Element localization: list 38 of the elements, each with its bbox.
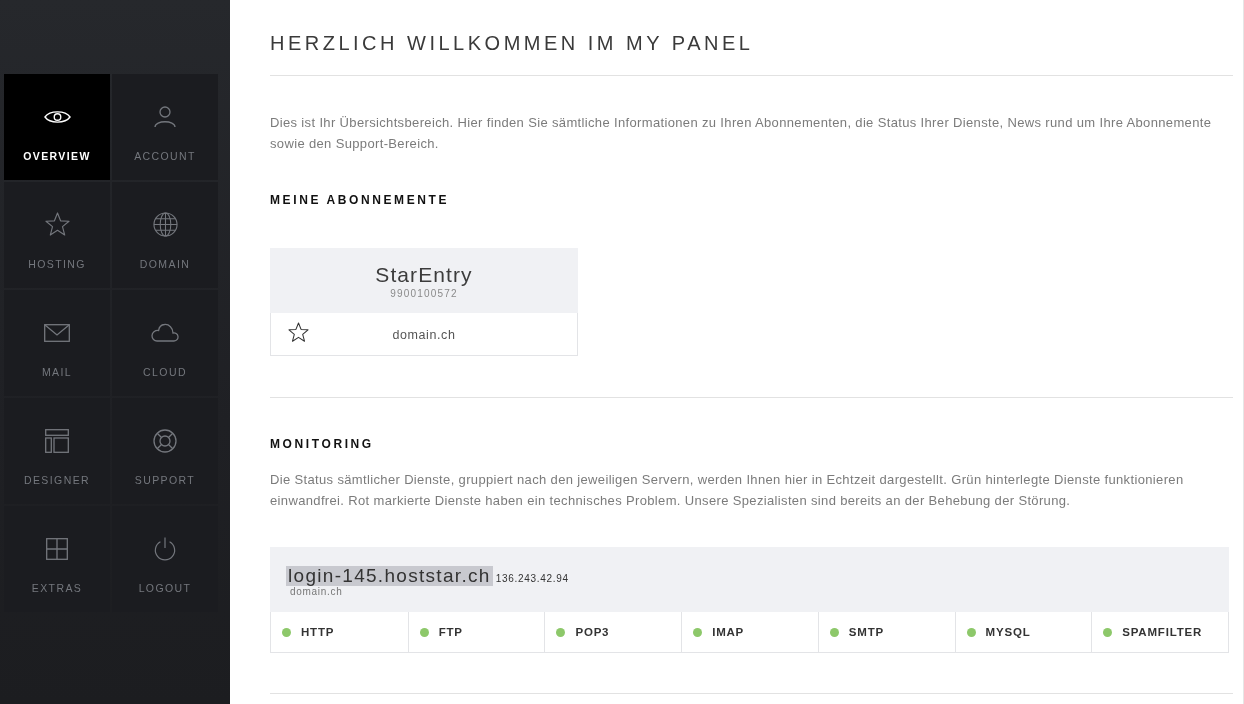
service-name: FTP xyxy=(438,626,463,638)
star-icon xyxy=(44,212,70,236)
server-domain: domain.ch xyxy=(290,586,343,598)
sidebar-item[interactable]: CLOUD xyxy=(112,290,218,396)
eye-icon xyxy=(43,109,71,125)
star-icon[interactable] xyxy=(288,322,309,342)
service-name: IMAP xyxy=(712,626,745,638)
page-title: HERZLICH WILLKOMMEN IM MY PANEL xyxy=(270,31,755,55)
power-icon xyxy=(154,537,176,561)
service-name: HTTP xyxy=(301,626,335,638)
layout-icon xyxy=(45,429,69,453)
service-name: MYSQL xyxy=(985,626,1031,638)
section-heading: MONITORING xyxy=(270,436,375,452)
subscription-card[interactable]: StarEntry 9900100572 domain.ch xyxy=(270,248,578,356)
section-heading: MEINE ABONNEMENTE xyxy=(270,192,451,208)
sidebar-item[interactable]: OVERVIEW xyxy=(4,74,110,180)
server-ip: 136.243.42.94 xyxy=(495,573,569,584)
sidebar-item[interactable]: HOSTING xyxy=(4,182,110,288)
service-name: SMTP xyxy=(848,626,884,638)
sidebar-item[interactable]: DOMAIN xyxy=(112,182,218,288)
plus-square-icon xyxy=(46,538,68,560)
globe-icon xyxy=(152,212,178,237)
envelope-icon xyxy=(44,324,70,342)
server-hostname: login-145.hoststar.ch xyxy=(286,566,493,586)
person-icon xyxy=(154,106,176,128)
cloud-icon xyxy=(151,323,179,342)
service-name: POP3 xyxy=(575,626,610,638)
domain-name: domain.ch xyxy=(392,328,456,342)
plan-name: StarEntry xyxy=(375,262,473,287)
sidebar-item[interactable]: ACCOUNT xyxy=(112,74,218,180)
contract-number: 9900100572 xyxy=(390,288,458,300)
lifebuoy-icon xyxy=(153,429,177,453)
intro-text: Dies ist Ihr Übersichtsbereich. Hier finden Sie sämtliche Informationen zu Ihren Abonnementen, die Status Ihrer Dienste, News rund um Ihre Abonnemente sowie den Support-Bereich. xyxy=(270,114,1213,153)
monitoring-description: Die Status sämtlicher Dienste, gruppiert nach den jeweiligen Servern, werden Ihnen hier in Echtzeit dargestellt. Grün hinterlegte Dienste funktionieren einwandfrei. Rot markierte Dienste haben ein technisches Problem. Unsere Spezialisten sind bereits an der Behebung der Störung. xyxy=(270,471,1185,510)
sidebar-item[interactable]: DESIGNER xyxy=(4,398,110,504)
service-name: SPAMFILTER xyxy=(1122,626,1203,638)
sidebar-item[interactable]: MAIL xyxy=(4,290,110,396)
sidebar-item[interactable]: SUPPORT xyxy=(112,398,218,504)
